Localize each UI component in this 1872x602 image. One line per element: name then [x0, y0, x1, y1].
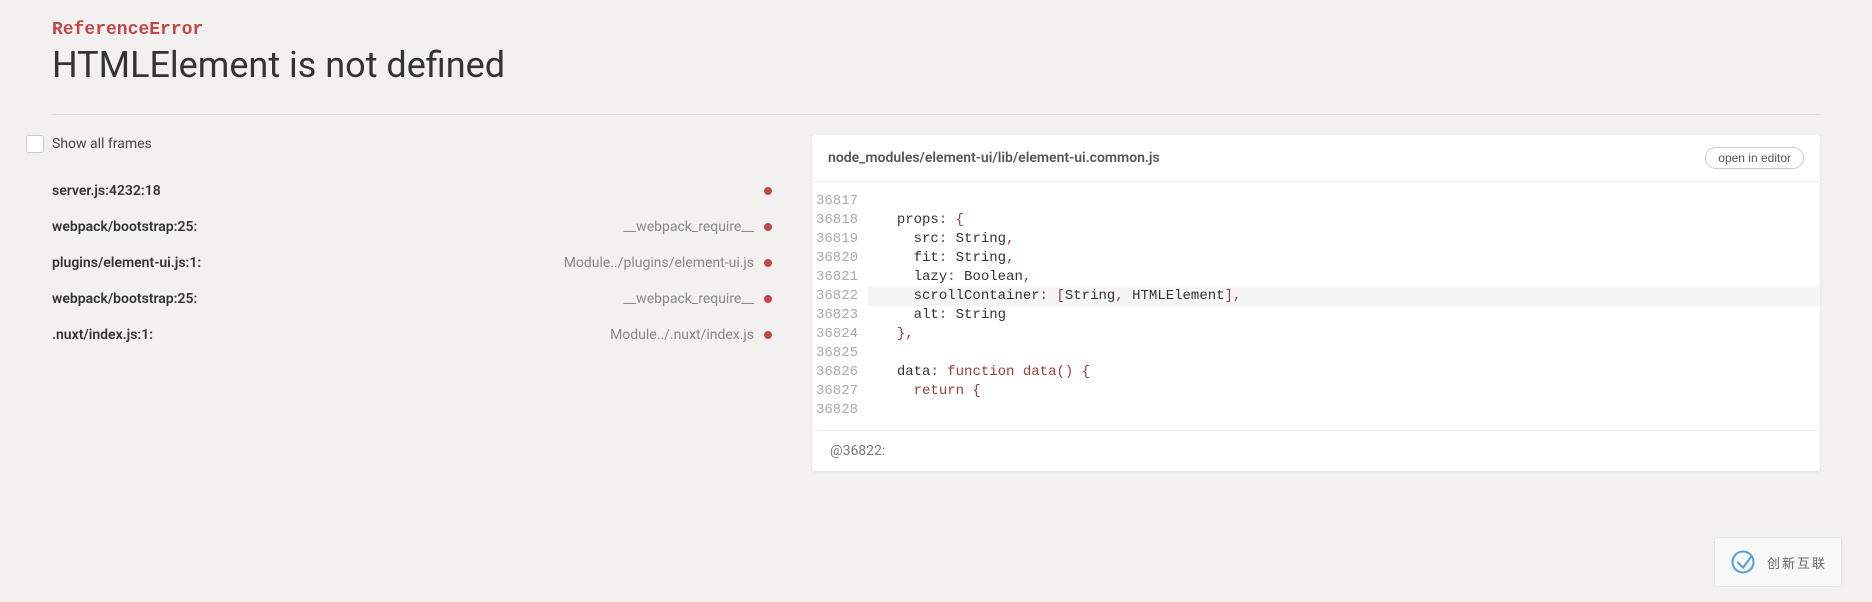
line-number: 36828	[816, 401, 858, 420]
code-line: },	[868, 325, 1820, 344]
code-panel: node_modules/element-ui/lib/element-ui.c…	[812, 135, 1820, 471]
line-number: 36825	[816, 344, 858, 363]
brand-icon	[1729, 548, 1757, 576]
code-lines: props: { src: String, fit: String, lazy:…	[868, 192, 1820, 420]
line-number: 36820	[816, 249, 858, 268]
watermark-badge: 创新互联	[1714, 537, 1842, 587]
brand-text: 创新互联	[1767, 553, 1827, 572]
frame-function: __webpack_require__	[624, 291, 754, 307]
show-all-frames-toggle[interactable]: Show all frames	[26, 135, 772, 153]
frame-location: webpack/bootstrap:25:	[52, 219, 197, 235]
code-line-highlighted: scrollContainer: [String, HTMLElement],	[868, 287, 1820, 306]
line-number: 36823	[816, 306, 858, 325]
frame-location: .nuxt/index.js:1:	[52, 327, 153, 343]
line-number: 36821	[816, 268, 858, 287]
line-number: 36822	[816, 287, 858, 306]
error-message: HTMLElement is not defined	[52, 44, 1820, 86]
line-number: 36826	[816, 363, 858, 382]
line-gutter: 3681736818368193682036821368223682336824…	[812, 192, 868, 420]
code-line: src: String,	[868, 230, 1820, 249]
frame-dot-icon	[764, 295, 772, 303]
frame-dot-icon	[764, 331, 772, 339]
code-line: lazy: Boolean,	[868, 268, 1820, 287]
code-line: props: {	[868, 211, 1820, 230]
stack-frame[interactable]: .nuxt/index.js:1: Module../.nuxt/index.js	[52, 327, 772, 343]
code-line	[868, 192, 1820, 211]
frame-location: webpack/bootstrap:25:	[52, 291, 197, 307]
line-number: 36827	[816, 382, 858, 401]
error-type: ReferenceError	[52, 20, 1820, 40]
frame-dot-icon	[764, 259, 772, 267]
file-path: node_modules/element-ui/lib/element-ui.c…	[828, 150, 1160, 166]
frame-function: Module../.nuxt/index.js	[610, 327, 754, 343]
code-line: alt: String	[868, 306, 1820, 325]
code-line: fit: String,	[868, 249, 1820, 268]
line-number: 36819	[816, 230, 858, 249]
frame-function: __webpack_require__	[624, 219, 754, 235]
code-line	[868, 344, 1820, 363]
show-all-frames-checkbox[interactable]	[26, 135, 44, 153]
line-number: 36824	[816, 325, 858, 344]
code-header: node_modules/element-ui/lib/element-ui.c…	[812, 135, 1820, 182]
line-number: 36817	[816, 192, 858, 211]
stack-frame[interactable]: plugins/element-ui.js:1: Module../plugins…	[52, 255, 772, 271]
stack-frame[interactable]: server.js:4232:18	[52, 183, 772, 199]
frame-function: Module../plugins/element-ui.js	[564, 255, 754, 271]
line-number: 36818	[816, 211, 858, 230]
show-all-frames-label: Show all frames	[52, 136, 152, 152]
frame-location: plugins/element-ui.js:1:	[52, 255, 201, 271]
divider	[52, 114, 1820, 115]
frame-dot-icon	[764, 187, 772, 195]
stack-frame[interactable]: webpack/bootstrap:25: __webpack_require__	[52, 291, 772, 307]
code-footer: @36822:	[812, 430, 1820, 471]
stack-frames-panel: Show all frames server.js:4232:18 webpack…	[52, 135, 772, 471]
frame-location: server.js:4232:18	[52, 183, 161, 199]
open-in-editor-button[interactable]: open in editor	[1705, 147, 1804, 169]
stack-frame[interactable]: webpack/bootstrap:25: __webpack_require__	[52, 219, 772, 235]
code-line: data: function data() {	[868, 363, 1820, 382]
code-line	[868, 401, 1820, 420]
code-body: 3681736818368193682036821368223682336824…	[812, 182, 1820, 430]
code-line: return {	[868, 382, 1820, 401]
frame-dot-icon	[764, 223, 772, 231]
